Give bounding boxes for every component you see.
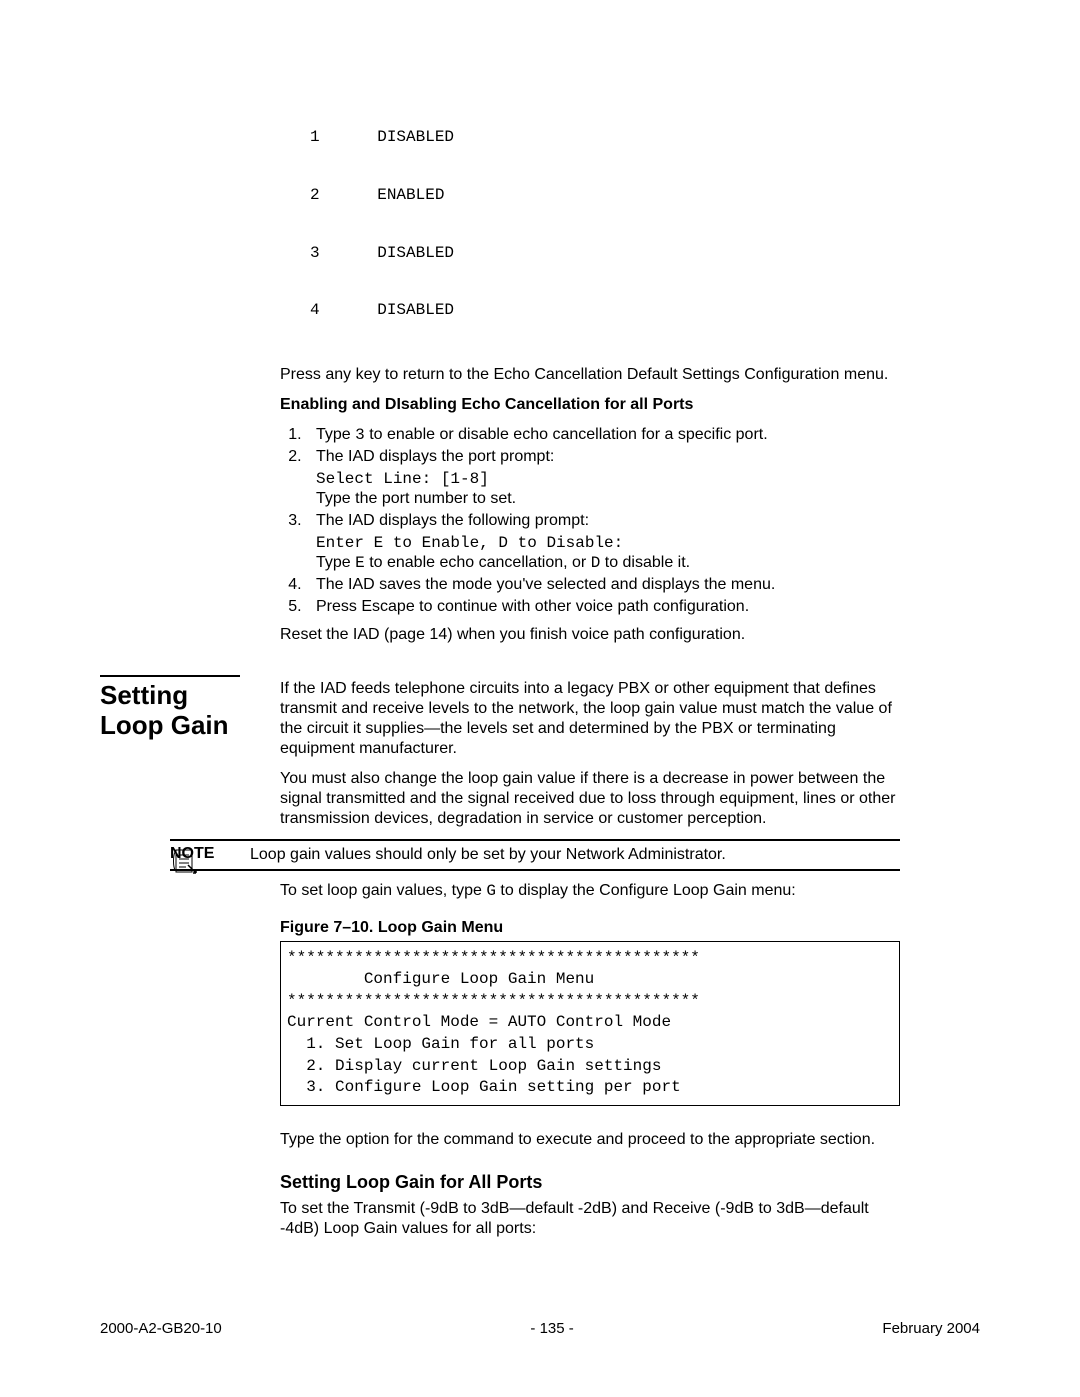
list-item: The IAD saves the mode you've selected a… xyxy=(306,575,900,595)
port-number: 1 xyxy=(310,128,320,146)
port-state: DISABLED xyxy=(377,301,454,319)
section-title-line: Loop Gain xyxy=(100,710,229,740)
page-footer: 2000-A2-GB20-10 - 135 - February 2004 xyxy=(100,1320,980,1337)
body-paragraph: Type the option for the command to execu… xyxy=(280,1130,900,1150)
list-item: The IAD displays the following prompt: E… xyxy=(306,511,900,573)
step-text: to enable echo cancellation, or xyxy=(365,554,591,571)
section-title-line: Setting xyxy=(100,680,188,710)
port-number: 3 xyxy=(310,244,320,262)
section-rule xyxy=(100,675,240,677)
step-text: Type xyxy=(316,426,355,443)
reset-instruction: Reset the IAD (page 14) when you finish … xyxy=(280,625,900,645)
footer-center: - 135 - xyxy=(530,1320,573,1337)
inline-code: E xyxy=(355,554,365,572)
footer-left: 2000-A2-GB20-10 xyxy=(100,1320,222,1337)
note-icon xyxy=(170,847,198,877)
subsection-heading: Setting Loop Gain for All Ports xyxy=(280,1172,900,1193)
step-text: Type E to enable echo cancellation, or D… xyxy=(316,553,900,573)
code-box: ****************************************… xyxy=(280,941,900,1106)
port-number: 2 xyxy=(310,186,320,204)
port-state: DISABLED xyxy=(377,244,454,262)
body-text: To set loop gain values, type xyxy=(280,882,486,899)
body-paragraph: To set loop gain values, type G to displ… xyxy=(280,881,900,901)
step-text: Type the port number to set. xyxy=(316,489,900,509)
step-text: to enable or disable echo cancellation f… xyxy=(365,426,768,443)
figure-caption: Figure 7–10. Loop Gain Menu xyxy=(280,919,900,937)
port-state: DISABLED xyxy=(377,128,454,146)
inline-code: 3 xyxy=(355,426,365,444)
inline-code: G xyxy=(486,882,496,900)
list-item: The IAD displays the port prompt: Select… xyxy=(306,447,900,509)
body-paragraph: You must also change the loop gain value… xyxy=(280,769,900,829)
return-instruction: Press any key to return to the Echo Canc… xyxy=(280,365,900,385)
footer-right: February 2004 xyxy=(882,1320,980,1337)
port-state-table: 1 DISABLED 2 ENABLED 3 DISABLED 4 DISABL… xyxy=(310,90,900,359)
list-item: Press Escape to continue with other voic… xyxy=(306,597,900,617)
section-title: Setting Loop Gain xyxy=(100,681,280,741)
body-text: to display the Configure Loop Gain menu: xyxy=(496,882,796,899)
step-text: Type xyxy=(316,554,355,571)
list-item: Type 3 to enable or disable echo cancell… xyxy=(306,425,900,445)
port-state: ENABLED xyxy=(377,186,444,204)
port-number: 4 xyxy=(310,301,320,319)
body-paragraph: If the IAD feeds telephone circuits into… xyxy=(280,679,900,759)
step-text: to disable it. xyxy=(600,554,690,571)
note-block: NOTE Loop gain values should only be set… xyxy=(280,841,900,869)
note-text: Loop gain values should only be set by y… xyxy=(250,845,900,865)
steps-list: Type 3 to enable or disable echo cancell… xyxy=(280,425,900,617)
code-line: Enter E to Enable, D to Disable: xyxy=(316,533,900,553)
code-line: Select Line: [1-8] xyxy=(316,469,900,489)
subsection-heading: Enabling and DIsabling Echo Cancellation… xyxy=(280,395,900,415)
note-bottom-rule xyxy=(170,869,900,871)
step-text: The IAD displays the port prompt: xyxy=(316,448,554,465)
step-text: The IAD displays the following prompt: xyxy=(316,512,589,529)
inline-code: D xyxy=(591,554,601,572)
body-paragraph: To set the Transmit (-9dB to 3dB—default… xyxy=(280,1199,900,1239)
